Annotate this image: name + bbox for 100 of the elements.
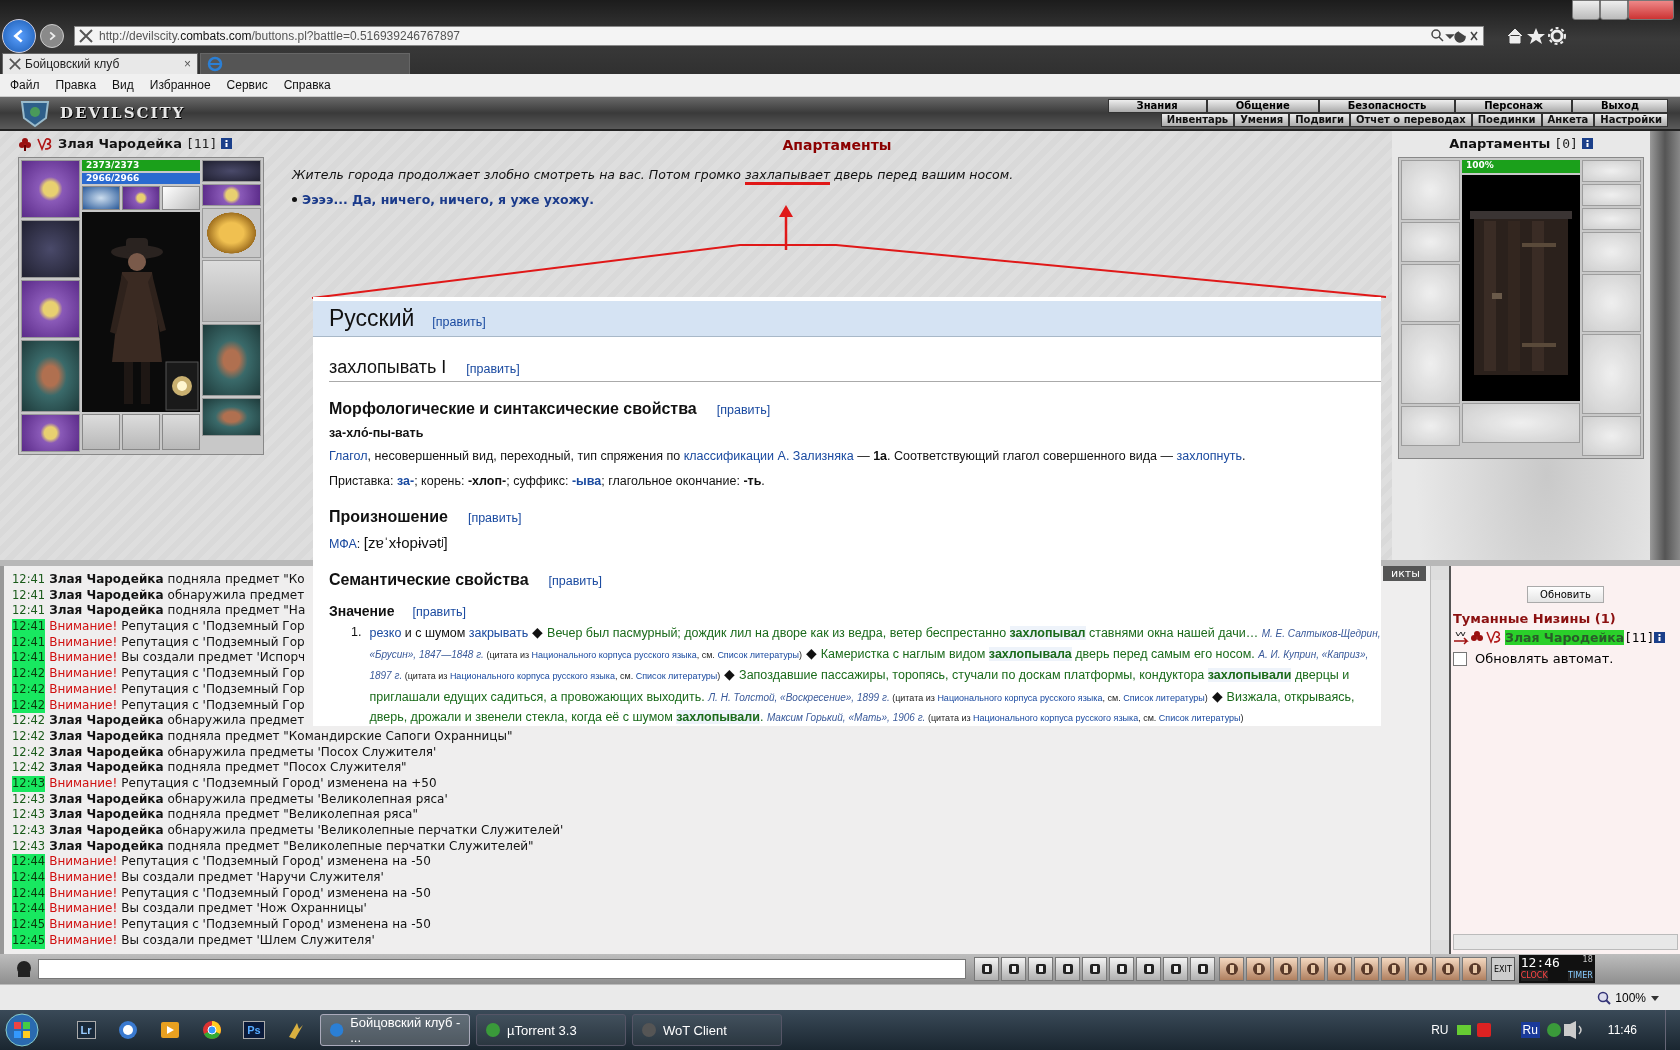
refresh-button[interactable]: Обновить: [1527, 586, 1604, 604]
chat-tab[interactable]: икты: [1383, 566, 1426, 582]
menu-item[interactable]: Избранное: [149, 78, 211, 92]
empty-slot-icon[interactable]: [82, 413, 120, 450]
chat-author[interactable]: Внимание!: [49, 885, 118, 902]
nav-link[interactable]: Общение: [1206, 98, 1319, 113]
chat-author[interactable]: Внимание!: [49, 870, 118, 886]
browser-tab[interactable]: Бойцовский клуб ×: [2, 53, 198, 74]
toolbar-button[interactable]: [1109, 957, 1134, 982]
chat-author[interactable]: Внимание!: [49, 854, 118, 871]
toolbar-button[interactable]: [1163, 957, 1188, 982]
toolbar-button[interactable]: [1082, 957, 1107, 982]
checkbox[interactable]: [1453, 651, 1467, 666]
toolbar-button[interactable]: [1435, 957, 1460, 982]
minimize-button[interactable]: [1572, 0, 1600, 20]
chat-author[interactable]: Внимание!: [49, 917, 118, 933]
toolbar-button[interactable]: [1354, 957, 1379, 982]
item-icon[interactable]: [202, 323, 261, 396]
tab-close-button[interactable]: ×: [184, 57, 191, 71]
item-icon[interactable]: [202, 183, 261, 206]
menu-item[interactable]: Вид: [112, 78, 134, 92]
taskbar-button[interactable]: WoT Client: [632, 1014, 782, 1047]
toolbar-button[interactable]: [1462, 957, 1487, 982]
toolbar-button[interactable]: [1408, 957, 1433, 982]
forward-button[interactable]: [40, 24, 64, 48]
toolbar-button[interactable]: [1273, 957, 1298, 982]
chat-author[interactable]: Злая Чародейка: [49, 603, 164, 620]
chat-author[interactable]: Злая Чародейка: [49, 572, 164, 588]
link[interactable]: Национального корпуса русского языка: [531, 649, 697, 660]
chat-author[interactable]: Злая Чародейка: [49, 823, 164, 839]
link[interactable]: МФА: [329, 537, 357, 551]
link[interactable]: закрывать: [468, 626, 529, 640]
item-icon[interactable]: [21, 339, 80, 412]
menu-item[interactable]: Справка: [283, 78, 331, 92]
back-button[interactable]: [2, 19, 36, 53]
site-logo[interactable]: DEVILSCITY: [60, 103, 186, 122]
link[interactable]: захлопнуть: [1176, 449, 1242, 463]
chat-author[interactable]: Внимание!: [49, 932, 118, 949]
scroll-icon[interactable]: [162, 185, 200, 210]
toolbar-button[interactable]: [1190, 957, 1215, 982]
edit-link[interactable]: [править]: [716, 403, 771, 417]
spell-icon[interactable]: [122, 185, 160, 210]
toolbar-button[interactable]: [1028, 957, 1053, 982]
player-name[interactable]: Злая Чародейка: [58, 136, 182, 152]
chat-author[interactable]: Внимание!: [49, 666, 118, 682]
edit-link[interactable]: [править]: [432, 315, 486, 329]
item-icon[interactable]: [202, 159, 261, 182]
home-star-gear-icon[interactable]: [1506, 27, 1566, 45]
toolbar-button[interactable]: [1300, 957, 1325, 982]
toolbar-button[interactable]: [1055, 957, 1080, 982]
address-field[interactable]: http://devilscity.combats.com/buttons.pl?battle=0.516939246767897: [74, 26, 1484, 46]
chat-author[interactable]: Внимание!: [49, 775, 118, 792]
chat-author[interactable]: Внимание!: [49, 650, 118, 667]
chat-author[interactable]: Злая Чародейка: [49, 760, 164, 776]
edit-link[interactable]: [править]: [548, 574, 603, 588]
link[interactable]: Глагол: [329, 449, 368, 463]
link[interactable]: резко: [369, 626, 402, 640]
maximize-button[interactable]: [1600, 0, 1628, 20]
toolbar-button[interactable]: [1001, 957, 1026, 982]
empty-slot-icon[interactable]: [162, 413, 200, 450]
chat-mode-icon[interactable]: [14, 959, 34, 980]
toolbar-button[interactable]: [1327, 957, 1352, 982]
empty-slot-icon[interactable]: [122, 413, 160, 450]
clock-label[interactable]: CLOCK: [1520, 970, 1548, 982]
link[interactable]: Список литературы: [1123, 692, 1205, 703]
exit-button[interactable]: EXIT: [1491, 957, 1515, 982]
dialog-option[interactable]: Ээээ... Да, ничего, ничего, я уже ухожу.: [302, 191, 594, 207]
info-icon[interactable]: [221, 138, 233, 150]
start-button[interactable]: [4, 1012, 40, 1049]
chat-author[interactable]: Злая Чародейка: [49, 744, 164, 761]
language-icon[interactable]: Ru: [1520, 1022, 1540, 1039]
toolbar-button[interactable]: [1136, 957, 1161, 982]
chat-author[interactable]: Злая Чародейка: [49, 791, 164, 808]
item-icon[interactable]: [21, 159, 80, 218]
chat-author[interactable]: Внимание!: [49, 619, 118, 635]
zoom-level[interactable]: 100%: [1615, 990, 1646, 1005]
edit-link[interactable]: [править]: [412, 605, 466, 619]
item-icon[interactable]: [21, 279, 80, 338]
taskbar-button[interactable]: Бойцовский клуб - ...: [320, 1014, 470, 1047]
nav-link[interactable]: Знания: [1107, 98, 1207, 113]
opponent-name[interactable]: Апартаменты: [1449, 136, 1551, 152]
nav-link[interactable]: Безопасность: [1318, 98, 1456, 113]
language-indicator[interactable]: RU: [1431, 1023, 1449, 1038]
chat-input-field[interactable]: [38, 959, 966, 980]
menu-item[interactable]: Правка: [55, 78, 97, 92]
link[interactable]: классификации А. Зализняка: [683, 449, 854, 463]
item-icon[interactable]: [21, 219, 80, 278]
menu-item[interactable]: Файл: [10, 78, 40, 92]
player-name[interactable]: Злая Чародейка: [1505, 629, 1625, 645]
chat-author[interactable]: Злая Чародейка: [49, 713, 164, 729]
scrollbar[interactable]: [1453, 934, 1678, 951]
info-icon[interactable]: [1654, 631, 1666, 643]
menu-item[interactable]: Сервис: [226, 78, 268, 92]
link[interactable]: Список литературы: [1158, 713, 1241, 723]
spell-icon[interactable]: [82, 185, 120, 210]
link[interactable]: Национального корпуса русского языка: [449, 671, 615, 681]
zoom-icon[interactable]: [1597, 990, 1612, 1005]
info-icon[interactable]: [1581, 138, 1593, 150]
toolbar-button[interactable]: [1381, 957, 1406, 982]
address-tools-icon[interactable]: [1431, 29, 1479, 43]
